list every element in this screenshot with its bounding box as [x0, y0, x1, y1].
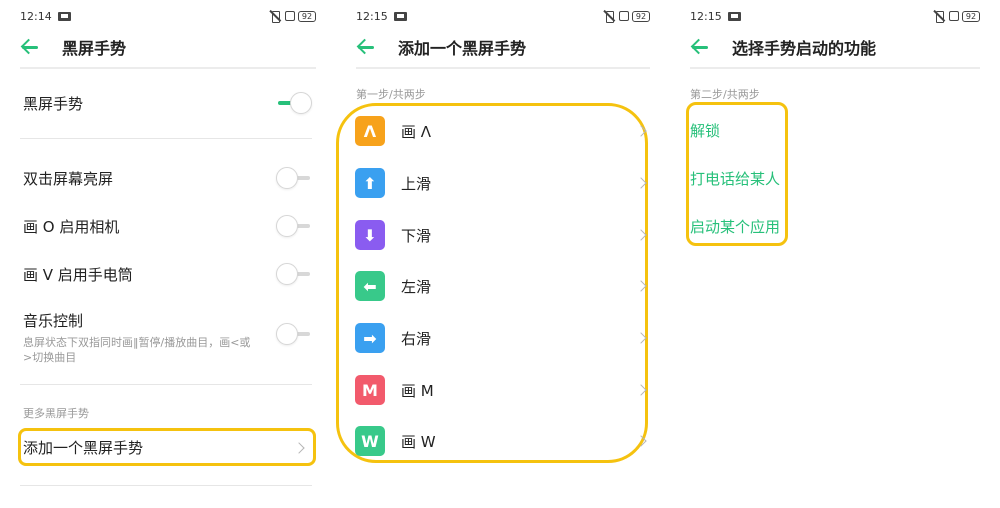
arrow-right-icon: ➡ — [355, 323, 385, 353]
setting-row-draw-o[interactable]: 画 O 启用相机 — [23, 215, 312, 237]
chevron-right-icon — [635, 229, 647, 241]
chevron-right-icon — [635, 280, 647, 292]
gesture-item-caret[interactable]: Λ 画 Λ — [355, 116, 651, 146]
notification-icon — [728, 12, 741, 21]
arrow-up-icon: ⬆ — [355, 168, 385, 198]
setting-label: 双击屏幕亮屏 — [23, 170, 114, 188]
function-launch-app[interactable]: 启动某个应用 — [690, 216, 780, 237]
status-bar: 12:14 92 — [20, 10, 316, 26]
status-bar: 12:15 92 — [690, 10, 980, 26]
back-arrow-icon[interactable] — [356, 37, 378, 57]
back-arrow-icon[interactable] — [690, 37, 712, 57]
chevron-right-icon — [635, 435, 647, 447]
add-gesture-row[interactable]: 添加一个黑屏手势 — [18, 428, 316, 466]
header-divider — [356, 67, 650, 69]
setting-row-draw-v[interactable]: 画 V 启用手电筒 — [23, 263, 312, 285]
chevron-right-icon — [635, 177, 647, 189]
chevron-right-icon — [635, 384, 647, 396]
letter-m-icon: M — [355, 375, 385, 405]
gesture-label: 画 Λ — [401, 122, 432, 141]
page-title: 选择手势启动的功能 — [732, 39, 877, 58]
setting-row-music[interactable]: 音乐控制 息屏状态下双指同时画‖暂停/播放曲目，画<或>切换曲目 — [23, 310, 312, 365]
battery-icon: 92 — [962, 10, 980, 22]
gesture-label: 左滑 — [401, 277, 432, 296]
music-control-toggle[interactable] — [276, 323, 312, 345]
setting-label: 画 V 启用手电筒 — [23, 266, 133, 284]
arrow-left-icon: ⬅ — [355, 271, 385, 301]
back-arrow-icon[interactable] — [20, 37, 42, 57]
vibrate-icon — [268, 10, 282, 23]
screen-choose-function: 12:15 92 选择手势启动的功能 第二步/共两步 解锁 打电话给某人 启动某… — [670, 0, 1000, 508]
status-bar: 12:15 92 — [356, 10, 650, 26]
step-indicator: 第二步/共两步 — [690, 88, 760, 101]
setting-row-double-tap[interactable]: 双击屏幕亮屏 — [23, 167, 312, 189]
section-header: 更多黑屏手势 — [23, 407, 89, 420]
gesture-label: 画 W — [401, 432, 436, 451]
vibrate-icon — [602, 10, 616, 23]
caret-up-icon: Λ — [355, 116, 385, 146]
gesture-label: 下滑 — [401, 226, 432, 245]
gesture-item-draw-w[interactable]: W 画 W — [355, 426, 651, 456]
draw-o-toggle[interactable] — [276, 215, 312, 237]
gesture-item-swipe-down[interactable]: ⬇ 下滑 — [355, 220, 651, 250]
page-title: 添加一个黑屏手势 — [398, 39, 527, 58]
arrow-down-icon: ⬇ — [355, 220, 385, 250]
chevron-right-icon — [635, 332, 647, 344]
master-gesture-label: 黑屏手势 — [23, 95, 84, 113]
screen-black-screen-gestures: 12:14 92 黑屏手势 黑屏手势 双击屏幕亮屏 画 O 启用相机 画 V 启… — [0, 0, 336, 508]
vibrate-icon — [932, 10, 946, 23]
master-gesture-toggle[interactable] — [276, 92, 312, 114]
letter-w-icon: W — [355, 426, 385, 456]
header-divider — [690, 67, 980, 69]
gesture-item-swipe-left[interactable]: ⬅ 左滑 — [355, 271, 651, 301]
gesture-item-draw-m[interactable]: M 画 M — [355, 375, 651, 405]
double-tap-toggle[interactable] — [276, 167, 312, 189]
draw-v-toggle[interactable] — [276, 263, 312, 285]
chevron-right-icon — [293, 442, 305, 454]
notification-icon — [394, 12, 407, 21]
divider — [20, 485, 312, 486]
master-gesture-row[interactable]: 黑屏手势 — [23, 92, 312, 114]
divider — [20, 138, 312, 139]
screen-add-gesture: 12:15 92 添加一个黑屏手势 第一步/共两步 Λ 画 Λ ⬆ 上滑 ⬇ 下… — [336, 0, 670, 508]
gesture-item-swipe-right[interactable]: ➡ 右滑 — [355, 323, 651, 353]
setting-description: 息屏状态下双指同时画‖暂停/播放曲目，画<或>切换曲目 — [23, 336, 251, 364]
battery-icon: 92 — [298, 10, 316, 22]
gesture-item-swipe-up[interactable]: ⬆ 上滑 — [355, 168, 651, 198]
nfc-icon — [285, 11, 295, 21]
status-time: 12:14 — [20, 10, 52, 23]
status-time: 12:15 — [356, 10, 388, 23]
header-divider — [20, 67, 316, 69]
gesture-label: 画 M — [401, 381, 434, 400]
nfc-icon — [619, 11, 629, 21]
battery-icon: 92 — [632, 10, 650, 22]
page-title: 黑屏手势 — [62, 39, 127, 58]
chevron-right-icon — [635, 125, 647, 137]
gesture-label: 上滑 — [401, 174, 432, 193]
gesture-label: 右滑 — [401, 329, 432, 348]
step-indicator: 第一步/共两步 — [356, 88, 426, 101]
notification-icon — [58, 12, 71, 21]
setting-label: 音乐控制 — [23, 312, 84, 330]
nfc-icon — [949, 11, 959, 21]
function-call-someone[interactable]: 打电话给某人 — [690, 168, 780, 189]
divider — [20, 384, 312, 385]
setting-label: 画 O 启用相机 — [23, 218, 120, 236]
add-gesture-label: 添加一个黑屏手势 — [23, 438, 144, 457]
function-unlock[interactable]: 解锁 — [690, 120, 720, 141]
status-time: 12:15 — [690, 10, 722, 23]
